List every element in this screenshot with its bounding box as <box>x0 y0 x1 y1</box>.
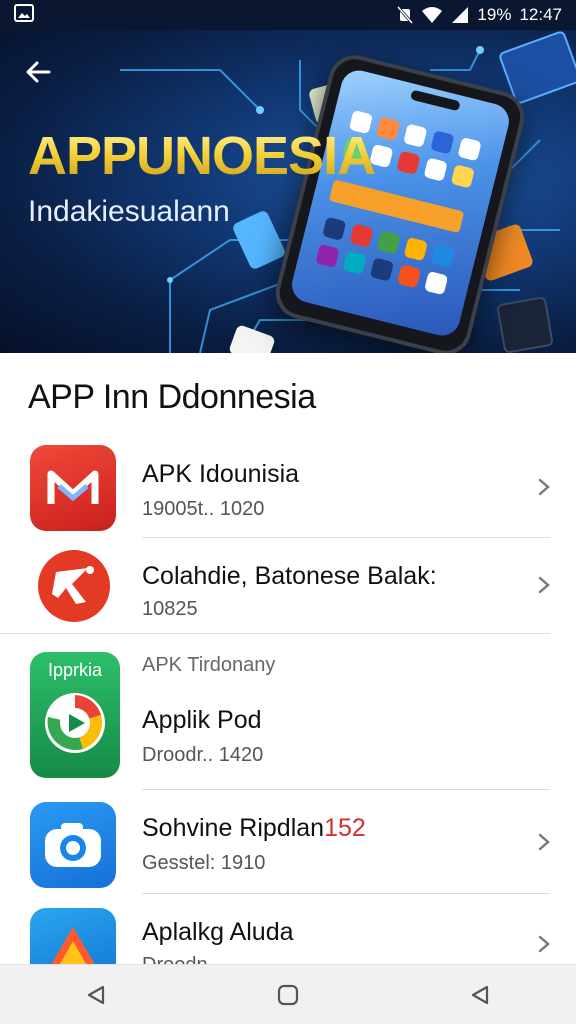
recents-nav-button[interactable] <box>450 970 510 1020</box>
back-button[interactable] <box>20 54 56 90</box>
chevron-right-icon <box>538 833 550 851</box>
list-item[interactable]: Ipprkia APK Tirdonany Applik Pod Droodr.… <box>0 634 576 790</box>
app-meta: 19005t.. 1020 <box>142 498 265 520</box>
app-name: Colahdie, Batonese Balak: <box>142 562 437 590</box>
banner-image: APPUNOESIA Indakiesualann <box>0 30 576 353</box>
chevron-right-icon <box>538 576 550 594</box>
red-m-app-icon <box>30 445 116 531</box>
app-meta: Droodr.. 1420 <box>142 744 264 766</box>
battery-level: 19% <box>477 5 512 24</box>
mute-icon <box>397 6 414 24</box>
triangle-recents-icon <box>471 985 489 1004</box>
list-item[interactable]: Sohvine Ripdlan152 Gesstel: 1910 <box>0 790 576 894</box>
banner-subtitle: Indakiesualann <box>28 195 230 228</box>
app-name: Aplalkg Aluda <box>142 918 294 946</box>
app-meta: 10825 <box>142 598 198 620</box>
signal-icon <box>451 6 469 24</box>
icon-label: Ipprkia <box>47 660 103 680</box>
list-item[interactable]: Colahdie, Batonese Balak: 10825 <box>0 538 576 634</box>
chevron-right-icon <box>538 935 550 953</box>
chevron-right-icon <box>538 478 550 496</box>
app-name: Applik Pod <box>142 706 262 734</box>
red-runner-app-icon <box>38 550 110 622</box>
floating-app-tile <box>496 296 554 353</box>
navigation-bar <box>0 964 576 1024</box>
banner-title: APPUNOESIA <box>28 126 376 186</box>
app-category: APK Tirdonany <box>142 654 276 676</box>
clock: 12:47 <box>519 5 562 24</box>
name-highlight: 152 <box>324 814 366 842</box>
wifi-icon <box>421 6 443 24</box>
back-nav-button[interactable] <box>66 970 126 1020</box>
home-square-icon <box>277 984 299 1005</box>
home-nav-button[interactable] <box>258 970 318 1020</box>
list-item[interactable]: Aplalkg Aluda Droodn <box>0 894 576 994</box>
app-name: Sohvine Ripdlan152 <box>142 814 366 842</box>
status-bar: 19% 12:47 <box>0 0 576 30</box>
list-item[interactable]: APK Idounisia 19005t.. 1020 <box>0 440 576 538</box>
image-notification-icon <box>14 3 34 27</box>
app-name: APK Idounisia <box>142 460 300 488</box>
triangle-back-icon <box>87 985 105 1004</box>
section-title: APP Inn Ddonnesia <box>28 378 316 416</box>
app-meta: Gesstel: 1910 <box>142 852 266 874</box>
app-list: APK Idounisia 19005t.. 1020 Colahdie, Ba… <box>0 440 576 994</box>
blue-camera-app-icon <box>30 802 116 888</box>
arrow-left-icon <box>26 61 51 83</box>
green-play-app-icon: Ipprkia <box>30 652 120 778</box>
